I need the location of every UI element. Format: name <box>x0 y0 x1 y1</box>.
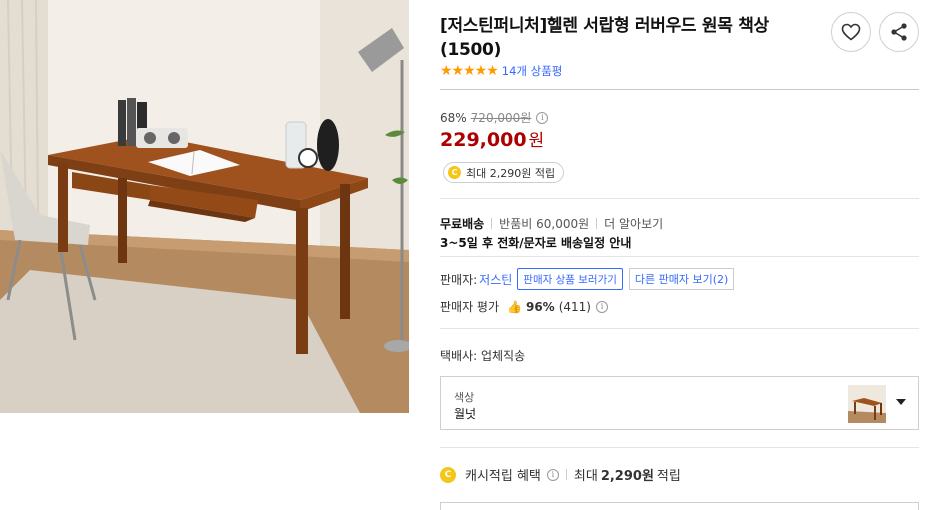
star-rating: ★★★★★ <box>440 63 499 79</box>
cash-benefit-label: 캐시적립 혜택 <box>465 469 541 484</box>
price-info-icon[interactable]: i <box>536 111 549 124</box>
desk-photo-illustration <box>0 0 409 413</box>
product-title: [저스틴퍼니처]헬렌 서랍형 러버우드 원목 책상(1500) <box>440 16 769 60</box>
seller-rating-percent: 96% <box>525 299 555 314</box>
discount-row: 68% 720,000원 i <box>440 109 549 126</box>
sale-price-unit: 원 <box>528 131 545 151</box>
shipping-row: 무료배송 반품비 60,000원 더 알아보기 <box>440 215 663 232</box>
cash-benefit-prefix: 최대 <box>573 469 598 484</box>
chevron-down-icon <box>896 399 906 405</box>
cash-info-icon[interactable]: i <box>546 468 559 481</box>
divider <box>440 198 919 199</box>
seller-rating-row: 판매자 평가 👍 96% (411) i <box>440 298 608 315</box>
divider <box>440 328 919 329</box>
delivery-company: 택배사: 업체직송 <box>440 349 526 363</box>
separator <box>596 218 598 229</box>
seller-name-link[interactable]: 저스틴 <box>479 271 512 288</box>
seller-info-icon[interactable]: i <box>595 300 608 313</box>
option-value: 월넛 <box>454 407 477 421</box>
seller-rating-label: 판매자 평가 <box>440 300 500 314</box>
option-thumbnail <box>848 385 886 423</box>
option-label: 색상 <box>454 391 475 404</box>
divider <box>440 89 919 90</box>
seller-rating-count: (411) <box>558 299 591 314</box>
divider <box>440 447 919 448</box>
share-button[interactable] <box>879 12 919 52</box>
shipping-schedule: 3~5일 후 전화/문자로 배송일정 안내 <box>440 236 632 250</box>
cash-coin-icon: C <box>440 466 456 483</box>
shipping-more-link[interactable]: 더 알아보기 <box>604 215 663 232</box>
cash-benefit-suffix: 적립 <box>656 469 681 484</box>
seller-products-tooltip[interactable]: 판매자 상품 보러가기 <box>517 268 623 290</box>
free-shipping-label: 무료배송 <box>440 217 485 231</box>
other-sellers-button[interactable]: 다른 판매자 보기(2) <box>628 268 735 290</box>
product-image[interactable] <box>0 0 409 413</box>
rating-row: ★★★★★ 14개 상품평 <box>440 63 562 79</box>
cash-coin-icon: C <box>448 166 461 179</box>
next-section-box <box>440 502 919 510</box>
cash-reward-badge: C 최대 2,290원 적립 <box>443 162 565 183</box>
separator <box>565 469 567 480</box>
sale-price-amount: 229,000 <box>440 129 527 151</box>
divider <box>440 256 919 257</box>
cash-benefit-row: C 캐시적립 혜택 i 최대 2,290원 적립 <box>440 465 681 484</box>
seller-label: 판매자: <box>440 272 478 287</box>
discount-rate: 68% <box>440 110 467 125</box>
return-fee: 반품비 60,000원 <box>499 217 590 231</box>
desk-thumbnail-icon <box>848 385 886 423</box>
separator <box>491 218 493 229</box>
review-count-link[interactable]: 14개 상품평 <box>502 63 563 79</box>
product-info-panel: [저스틴퍼니처]헬렌 서랍형 러버우드 원목 책상(1500) ★★★★★ 14… <box>440 0 919 510</box>
heart-icon <box>841 23 861 41</box>
cash-reward-text: 최대 2,290원 적립 <box>466 166 556 180</box>
share-icon <box>891 23 907 41</box>
cash-benefit-amount: 2,290원 <box>600 469 654 484</box>
original-price: 720,000원 <box>470 111 532 125</box>
like-button[interactable] <box>831 12 871 52</box>
color-option-select[interactable]: 색상 월넛 <box>440 376 919 430</box>
seller-row: 판매자: 저스틴 판매자 상품 보러가기 다른 판매자 보기(2) <box>440 268 735 290</box>
thumbs-up-icon: 👍 <box>507 299 522 314</box>
sale-price: 229,000 원 <box>440 126 544 151</box>
